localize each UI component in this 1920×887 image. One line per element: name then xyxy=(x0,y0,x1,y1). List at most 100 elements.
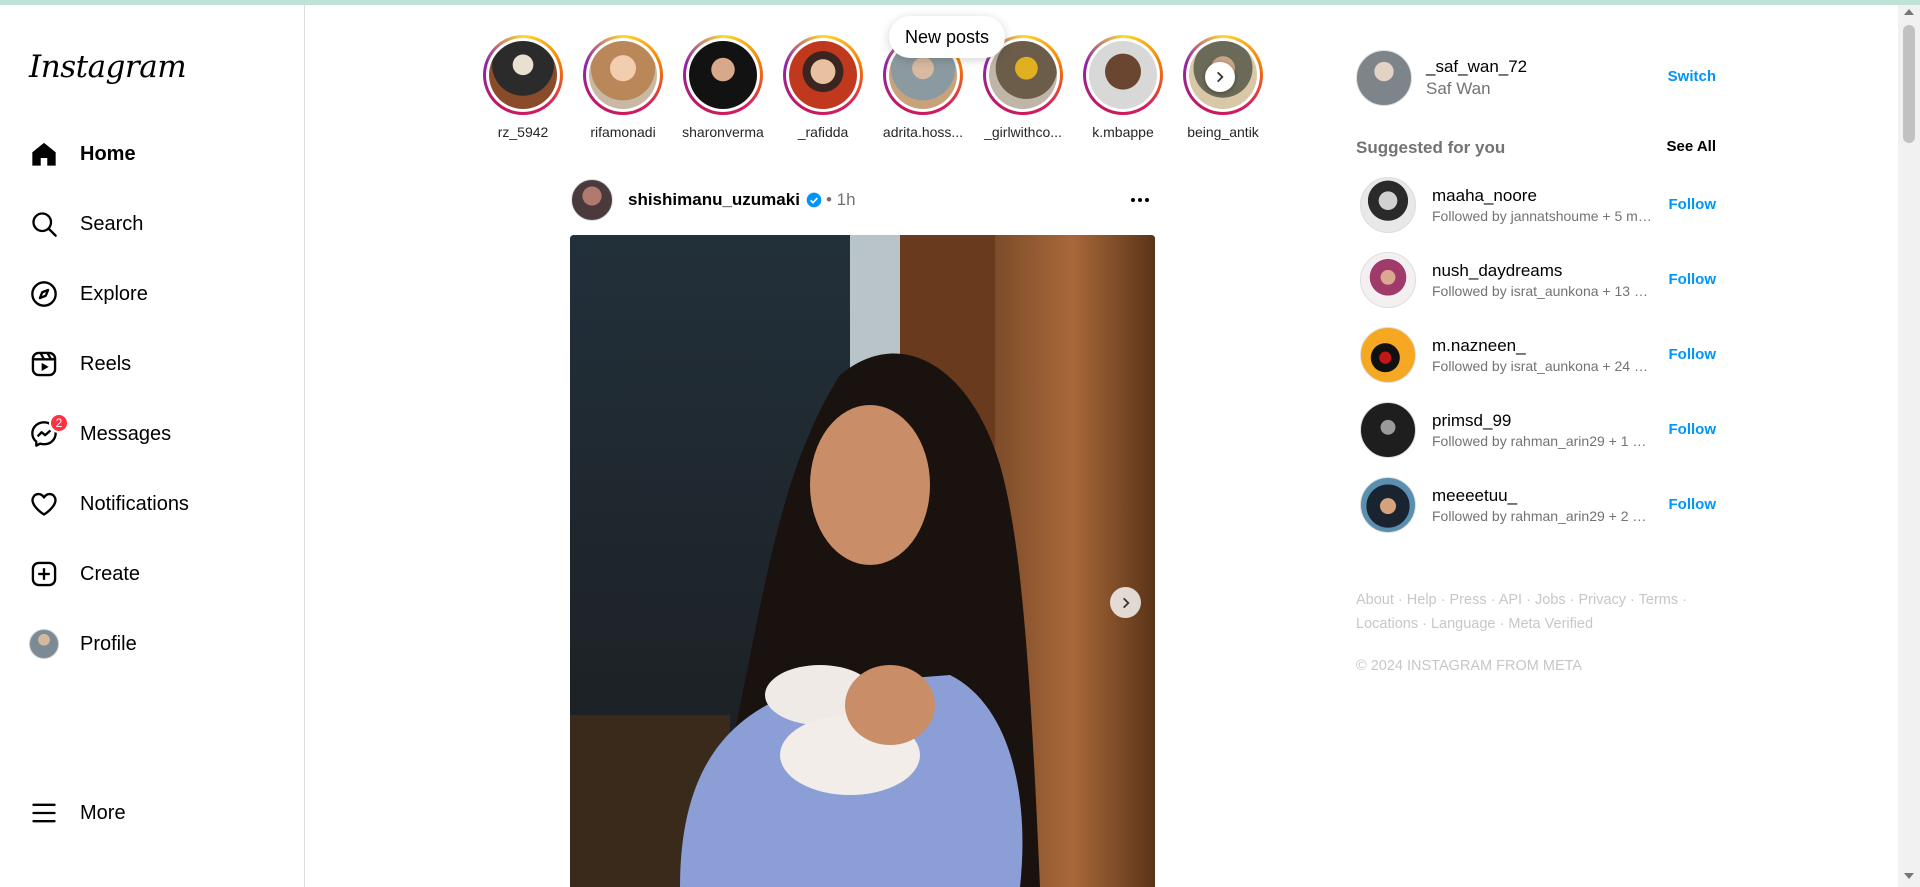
story-avatar xyxy=(589,41,657,109)
heart-icon xyxy=(29,489,59,519)
post-author-avatar[interactable] xyxy=(571,179,613,221)
sidebar-item-messages[interactable]: 2 Messages xyxy=(29,412,289,456)
more-horizontal-icon xyxy=(1131,198,1149,202)
footer-links: About · Help · Press · API · Jobs · Priv… xyxy=(1356,592,1687,632)
chevron-right-icon xyxy=(1217,71,1224,83)
hamburger-menu-icon xyxy=(29,798,59,828)
suggestion-avatar[interactable] xyxy=(1360,477,1416,533)
switch-account-button[interactable]: Switch xyxy=(1668,68,1716,85)
follow-button[interactable]: Follow xyxy=(1669,196,1717,213)
story-username: being_antik xyxy=(1187,124,1259,140)
sidebar-item-create[interactable]: Create xyxy=(29,552,289,596)
messenger-icon: 2 xyxy=(29,413,69,449)
story-avatar xyxy=(789,41,857,109)
suggestion-item: meeeetuu_ Followed by rahman_arin29 + 2 … xyxy=(1360,476,1716,534)
suggestion-avatar[interactable] xyxy=(1360,327,1416,383)
suggestion-avatar[interactable] xyxy=(1360,402,1416,458)
footer-link[interactable]: Language xyxy=(1431,616,1496,632)
follow-button[interactable]: Follow xyxy=(1669,421,1717,438)
sidebar-item-more[interactable]: More xyxy=(29,791,289,835)
home-icon xyxy=(29,139,59,169)
messages-badge: 2 xyxy=(49,413,69,433)
suggestion-username[interactable]: meeeetuu_ xyxy=(1432,486,1654,506)
sidebar-item-label: Profile xyxy=(80,632,137,655)
suggestion-subtitle: Followed by rahman_arin29 + 1 more xyxy=(1432,433,1654,449)
story-item[interactable]: rz_5942 xyxy=(473,35,573,140)
sidebar-item-profile[interactable]: Profile xyxy=(29,622,289,666)
footer-link[interactable]: Terms xyxy=(1639,592,1678,608)
sidebar-item-label: Home xyxy=(80,142,136,165)
sidebar-item-search[interactable]: Search xyxy=(29,202,289,246)
footer-link[interactable]: API xyxy=(1499,592,1522,608)
follow-button[interactable]: Follow xyxy=(1669,496,1717,513)
suggestion-subtitle: Followed by israt_aunkona + 24 more xyxy=(1432,358,1654,374)
post-time: • 1h xyxy=(825,190,856,209)
post-header: shishimanu_uzumaki • 1h xyxy=(571,178,1155,222)
suggestion-username[interactable]: primsd_99 xyxy=(1432,411,1654,431)
sidebar-item-label: Create xyxy=(80,562,141,585)
page-scrollbar[interactable] xyxy=(1898,5,1920,887)
sidebar-item-label: More xyxy=(80,801,126,824)
verified-badge-icon xyxy=(806,192,822,208)
story-item[interactable]: sharonverma xyxy=(673,35,773,140)
suggestion-subtitle: Followed by rahman_arin29 + 2 more xyxy=(1432,508,1654,524)
account-avatar[interactable] xyxy=(1356,50,1412,106)
reels-icon xyxy=(29,349,59,379)
story-username: rz_5942 xyxy=(497,124,549,140)
story-item[interactable]: rifamonadi xyxy=(573,35,673,140)
sidebar-item-explore[interactable]: Explore xyxy=(29,272,289,316)
suggestion-username[interactable]: maaha_noore xyxy=(1432,186,1654,206)
scroll-up-arrow-icon[interactable] xyxy=(1904,9,1914,15)
footer-link[interactable]: Meta Verified xyxy=(1508,616,1593,632)
follow-button[interactable]: Follow xyxy=(1669,271,1717,288)
scroll-down-arrow-icon[interactable] xyxy=(1904,873,1914,879)
story-avatar xyxy=(689,41,757,109)
carousel-next-button[interactable] xyxy=(1110,587,1141,618)
account-username[interactable]: _saf_wan_72 xyxy=(1426,57,1527,77)
suggestion-item: primsd_99 Followed by rahman_arin29 + 1 … xyxy=(1360,401,1716,459)
story-item[interactable]: _rafidda xyxy=(773,35,873,140)
see-all-button[interactable]: See All xyxy=(1667,138,1716,158)
post-username[interactable]: shishimanu_uzumaki xyxy=(628,190,800,210)
plus-square-icon xyxy=(29,559,59,589)
account-full-name: Saf Wan xyxy=(1426,79,1491,98)
story-username: sharonverma xyxy=(682,124,764,140)
suggestion-subtitle: Followed by israt_aunkona + 13 more xyxy=(1432,283,1654,299)
instagram-logo[interactable]: Instagram xyxy=(29,49,187,85)
sidebar-item-label: Messages xyxy=(80,422,172,445)
suggestion-item: maaha_noore Followed by jannatshoume + 5… xyxy=(1360,176,1716,234)
footer-link[interactable]: Press xyxy=(1450,592,1487,608)
suggestion-avatar[interactable] xyxy=(1360,177,1416,233)
post-image[interactable] xyxy=(570,235,1155,887)
story-avatar xyxy=(489,41,557,109)
suggestion-avatar[interactable] xyxy=(1360,252,1416,308)
compass-icon xyxy=(29,279,59,309)
current-account: _saf_wan_72 Saf Wan Switch xyxy=(1356,50,1716,106)
search-icon xyxy=(29,209,59,239)
footer-link[interactable]: Locations xyxy=(1356,616,1418,632)
post-options-button[interactable] xyxy=(1125,186,1155,214)
story-username: rifamonadi xyxy=(590,124,656,140)
scrollbar-thumb[interactable] xyxy=(1903,25,1915,143)
avatar xyxy=(29,629,59,659)
sidebar: Instagram Home Search Explore Reels 2 Me… xyxy=(0,5,305,887)
sidebar-item-home[interactable]: Home xyxy=(29,132,289,176)
story-username: adrita.hoss... xyxy=(882,124,964,140)
follow-button[interactable]: Follow xyxy=(1669,346,1717,363)
footer-link[interactable]: Privacy xyxy=(1578,592,1626,608)
story-username: _rafidda xyxy=(797,124,849,140)
new-posts-button[interactable]: New posts xyxy=(889,16,1006,58)
sidebar-item-notifications[interactable]: Notifications xyxy=(29,482,289,526)
suggestion-username[interactable]: m.nazneen_ xyxy=(1432,336,1654,356)
story-avatar xyxy=(1089,41,1157,109)
stories-tray: rz_5942 rifamonadi sharonverma _rafidda … xyxy=(473,35,1263,145)
stories-next-button[interactable] xyxy=(1205,62,1235,92)
story-item[interactable]: k.mbappe xyxy=(1073,35,1173,140)
footer-link[interactable]: Help xyxy=(1407,592,1437,608)
footer-link[interactable]: Jobs xyxy=(1535,592,1566,608)
footer-link[interactable]: About xyxy=(1356,592,1394,608)
suggestions-header: Suggested for you See All xyxy=(1356,138,1716,158)
sidebar-item-label: Search xyxy=(80,212,144,235)
suggestion-username[interactable]: nush_daydreams xyxy=(1432,261,1654,281)
sidebar-item-reels[interactable]: Reels xyxy=(29,342,289,386)
